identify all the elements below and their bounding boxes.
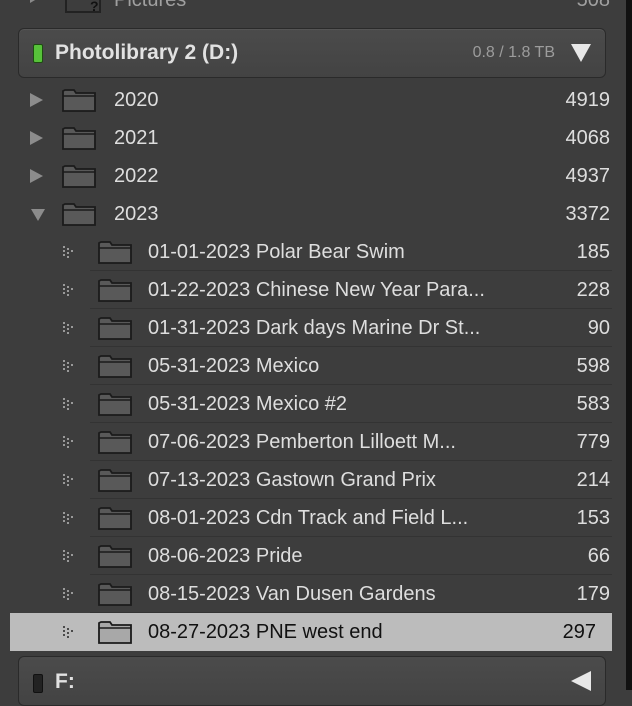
folder-label: 08-27-2023 PNE west end [148,621,383,643]
panel-edge [626,0,632,690]
folder-count: 297 [562,621,596,643]
subfolder-row[interactable]: 07-13-2023 Gastown Grand Prix 214 [0,461,626,499]
dotted-arrow-icon [63,436,73,448]
subfolder-row[interactable]: 05-31-2023 Mexico #2 583 [0,385,626,423]
folder-row-2021[interactable]: 2021 4068 [0,119,626,157]
folder-count: 508 [576,0,610,11]
folder-count: 214 [576,469,610,491]
subfolder-row[interactable]: 08-15-2023 Van Dusen Gardens 179 [0,575,626,613]
folder-count: 153 [576,507,610,529]
dotted-arrow-icon [63,550,73,562]
volume-menu-triangle-icon[interactable] [569,42,593,64]
folder-label: 08-01-2023 Cdn Track and Field L... [148,507,469,529]
folder-count: 4919 [565,89,611,111]
folder-count: 779 [576,431,610,453]
folder-label: 2023 [114,203,159,225]
volume-name: F: [55,670,75,693]
folder-row-pictures[interactable]: ? Pictures 508 [0,0,626,18]
folder-label: 01-31-2023 Dark days Marine Dr St... [148,317,481,339]
folder-label: 2022 [114,165,159,187]
dotted-arrow-icon [63,626,73,638]
folder-label: 07-13-2023 Gastown Grand Prix [148,469,436,491]
folder-label: 2020 [114,89,159,111]
folder-count: 90 [587,317,610,339]
folder-count: 583 [576,393,610,415]
volume-size: 0.8 / 1.8 TB [472,44,555,61]
folder-label: 05-31-2023 Mexico #2 [148,393,348,415]
subfolder-row[interactable]: 01-22-2023 Chinese New Year Para... 228 [0,271,626,309]
folder-row-2020[interactable]: 2020 4919 [0,81,626,119]
volume-expand-triangle-icon[interactable] [569,669,593,693]
folder-icon [98,317,132,340]
subfolder-row[interactable]: 08-06-2023 Pride 66 [0,537,626,575]
folder-count: 4068 [565,127,611,149]
folder-row-2023[interactable]: 2023 3372 [0,195,626,233]
offline-indicator-icon [33,674,43,693]
folder-label: 08-15-2023 Van Dusen Gardens [148,583,436,605]
dotted-arrow-icon [63,474,73,486]
folder-question-icon: ? [65,0,101,14]
folder-label: 08-06-2023 Pride [148,545,303,567]
folder-row-2022[interactable]: 2022 4937 [0,157,626,195]
folder-count: 185 [576,241,610,263]
folder-icon [62,89,96,112]
folder-icon [62,203,96,226]
volume-header-f[interactable]: F: [18,656,606,706]
folder-count: 66 [587,545,610,567]
folder-icon [98,241,132,264]
folder-icon [98,393,132,416]
dotted-arrow-icon [63,398,73,410]
folder-count: 179 [576,583,610,605]
dotted-arrow-icon [63,322,73,334]
subfolder-row[interactable]: 08-01-2023 Cdn Track and Field L... 153 [0,499,626,537]
dotted-arrow-icon [63,246,73,258]
volume-name: Photolibrary 2 (D:) [55,41,239,64]
expand-triangle-icon[interactable] [28,0,44,4]
dotted-arrow-icon [63,588,73,600]
folder-icon [62,127,96,150]
folder-icon [98,279,132,302]
folder-count: 228 [576,279,610,301]
folder-label: 01-01-2023 Polar Bear Swim [148,241,405,263]
folder-count: 3372 [565,203,611,225]
volume-header-photolibrary[interactable]: Photolibrary 2 (D:) 0.8 / 1.8 TB [18,28,606,78]
subfolder-row[interactable]: 07-06-2023 Pemberton Lilloett M... 779 [0,423,626,461]
collapse-triangle-icon[interactable] [28,195,48,233]
folder-label: 01-22-2023 Chinese New Year Para... [148,279,485,301]
folder-count: 598 [576,355,610,377]
folder-icon [98,431,132,454]
dotted-arrow-icon [63,512,73,524]
expand-triangle-icon[interactable] [26,119,46,157]
dotted-arrow-icon [63,284,73,296]
folder-label: Pictures [114,0,187,11]
folder-count: 4937 [565,165,611,187]
folder-icon [98,469,132,492]
folder-icon [62,165,96,188]
folder-label: 07-06-2023 Pemberton Lilloett M... [148,431,456,453]
folder-icon [98,507,132,530]
expand-triangle-icon[interactable] [26,157,46,195]
svg-text:?: ? [90,0,99,14]
folder-label: 05-31-2023 Mexico [148,355,320,377]
folder-icon [98,545,132,568]
online-indicator-icon [33,44,43,63]
folder-label: 2021 [114,127,159,149]
subfolder-row[interactable]: 01-31-2023 Dark days Marine Dr St... 90 [0,309,626,347]
subfolder-row[interactable]: 01-01-2023 Polar Bear Swim 185 [0,233,626,271]
subfolder-row-selected[interactable]: 08-27-2023 PNE west end 297 [10,613,612,651]
expand-triangle-icon[interactable] [26,81,46,119]
folder-icon [98,621,132,644]
dotted-arrow-icon [63,360,73,372]
subfolder-row[interactable]: 05-31-2023 Mexico 598 [0,347,626,385]
folder-icon [98,583,132,606]
folder-icon [98,355,132,378]
